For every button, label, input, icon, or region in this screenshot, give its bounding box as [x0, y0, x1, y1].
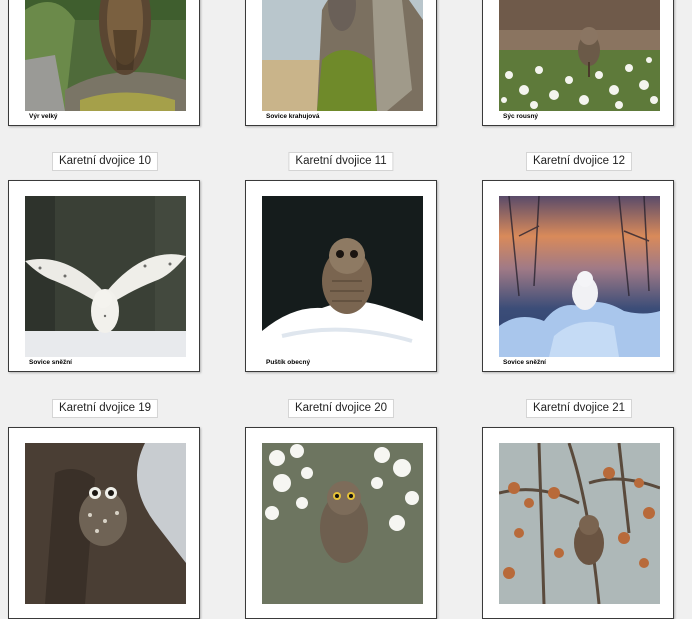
card-caption: Sovice sněžní — [503, 359, 546, 366]
card-caption: Sovice krahujová — [266, 113, 320, 120]
pair-label-12: Karetní dvojice 12 — [525, 152, 633, 171]
card-photo-little-owl-hollow — [25, 443, 186, 604]
pair-label-21: Karetní dvojice 21 — [525, 399, 633, 418]
card-photo-snowy-owl-sunset — [499, 196, 660, 357]
card-photo-snowy-owl-wings — [25, 196, 186, 357]
card-2[interactable]: Sovice krahujová — [245, 0, 437, 126]
card-caption: Výr velký — [29, 113, 58, 120]
card-photo-little-owl-blossoms — [262, 443, 423, 604]
card-caption: Puštík obecný — [266, 359, 311, 366]
card-photo-eagle-owl — [25, 0, 186, 111]
card-photo-owl-autumn — [499, 443, 660, 604]
card-3[interactable]: Sýc rousný — [482, 0, 674, 126]
card-11[interactable]: Puštík obecný — [245, 180, 437, 372]
card-photo-hawk-owl — [262, 0, 423, 111]
card-21[interactable] — [482, 427, 674, 619]
card-caption: Sýc rousný — [503, 113, 539, 120]
pair-label-20: Karetní dvojice 20 — [287, 399, 395, 418]
card-12[interactable]: Sovice sněžní — [482, 180, 674, 372]
card-photo-tawny-owl — [262, 196, 423, 357]
pair-label-10: Karetní dvojice 10 — [51, 152, 159, 171]
card-10[interactable]: Sovice sněžní — [8, 180, 200, 372]
pair-label-11: Karetní dvojice 11 — [288, 152, 394, 171]
card-1[interactable]: Výr velký — [8, 0, 200, 126]
card-19[interactable] — [8, 427, 200, 619]
card-20[interactable] — [245, 427, 437, 619]
card-photo-boreal-owl — [499, 0, 660, 111]
card-caption: Sovice sněžní — [29, 359, 72, 366]
pair-label-19: Karetní dvojice 19 — [51, 399, 159, 418]
